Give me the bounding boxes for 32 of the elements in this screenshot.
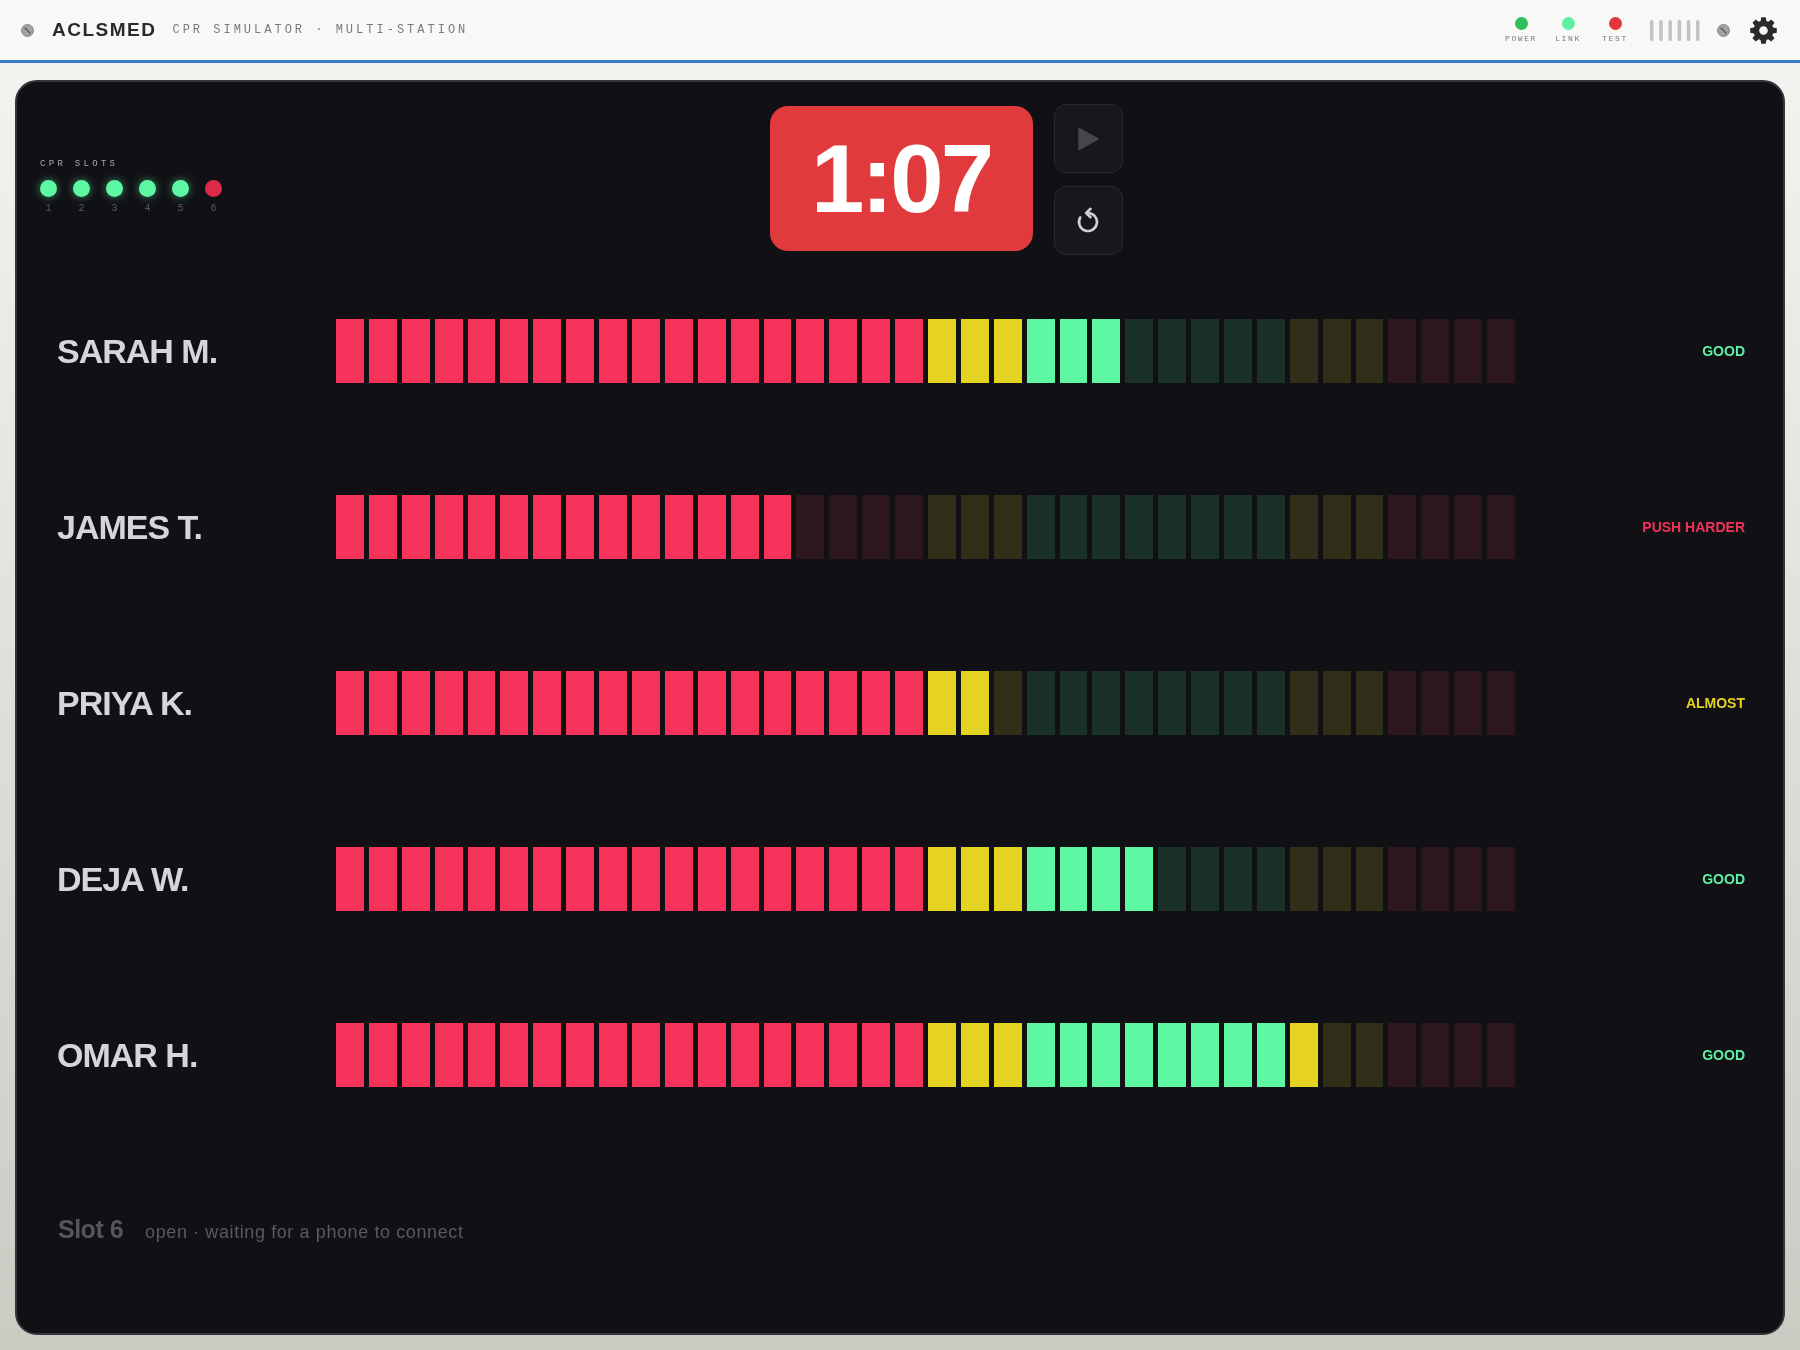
status-label: GOOD xyxy=(1702,1047,1745,1063)
play-icon xyxy=(1077,126,1099,151)
slot-number: 2 xyxy=(78,203,85,215)
slot-number: 6 xyxy=(210,203,217,215)
status-label: ALMOST xyxy=(1685,695,1745,711)
trainee-name: OMAR H. xyxy=(57,1035,199,1075)
indicator-label: TEST xyxy=(1602,33,1628,44)
indicator-label: POWER xyxy=(1505,33,1537,44)
app-subtitle: CPR SIMULATOR · MULTI-STATION xyxy=(172,23,469,37)
slash-circle-icon xyxy=(21,23,34,37)
open-slot-message: open · waiting for a phone to connect xyxy=(145,1222,464,1243)
reset-button[interactable] xyxy=(1053,186,1123,255)
timer-display: 1:07 xyxy=(769,106,1033,251)
trainee-name: DEJA W. xyxy=(57,859,190,899)
trainee-name: SARAH M. xyxy=(57,331,219,371)
settings-icon[interactable] xyxy=(1750,16,1777,44)
trainee-name: PRIYA K. xyxy=(57,683,193,723)
slot-number: 3 xyxy=(111,203,118,215)
brand-name: ACLSMED xyxy=(52,19,157,41)
slot-number: 1 xyxy=(45,203,52,215)
status-label: GOOD xyxy=(1702,871,1745,887)
slots-label: CPR SLOTS xyxy=(40,159,119,170)
slot-number: 4 xyxy=(144,203,151,215)
slash-circle-icon xyxy=(1717,23,1730,37)
trainee-name: JAMES T. xyxy=(57,507,204,547)
slot-number: 5 xyxy=(177,203,184,215)
bars-icon xyxy=(1650,19,1700,41)
status-label: GOOD xyxy=(1702,343,1745,359)
indicator-label: LINK xyxy=(1555,33,1581,44)
reset-icon xyxy=(1075,206,1101,235)
status-label: PUSH HARDER xyxy=(1642,519,1745,535)
open-slot-title: Slot 6 xyxy=(58,1215,124,1244)
